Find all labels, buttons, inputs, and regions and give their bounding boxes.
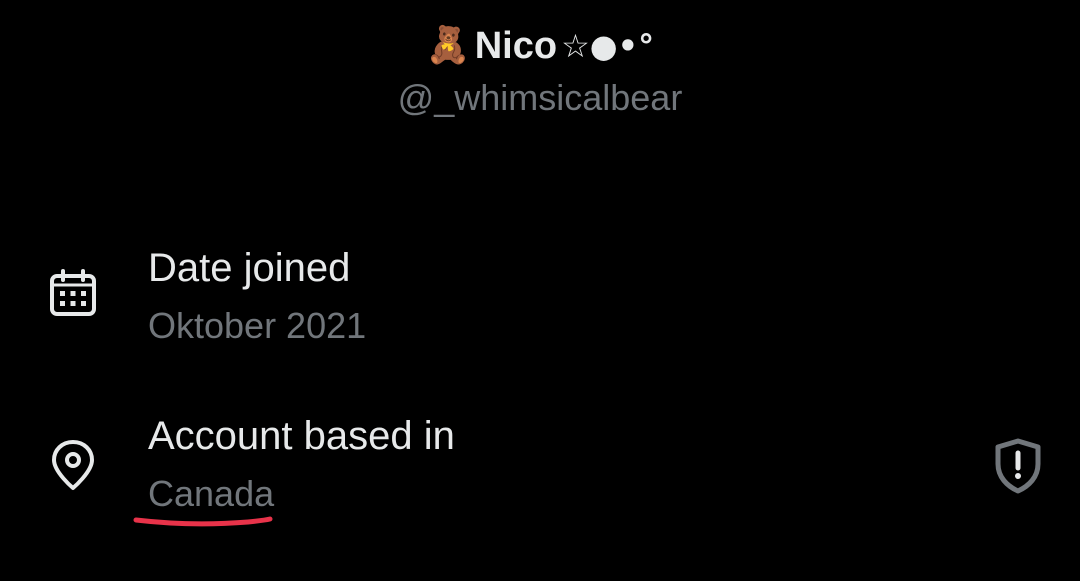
display-name: 🧸 Nico ☆●•° (426, 18, 654, 74)
calendar-icon (50, 269, 96, 316)
teddy-bear-emoji: 🧸 (425, 25, 471, 66)
username-handle: @_whimsicalbear (397, 77, 683, 118)
location-pin-icon (52, 440, 94, 490)
account-based-in-row: Account based in Canada (0, 408, 1080, 518)
date-joined-row: Date joined Oktober 2021 (0, 240, 1080, 350)
profile-header: 🧸 Nico ☆●•° @_whimsicalbear (0, 18, 1080, 120)
account-based-in-label: Account based in (148, 414, 455, 458)
red-underline-annotation (133, 516, 273, 527)
display-name-text: Nico (474, 25, 558, 67)
date-joined-value: Oktober 2021 (148, 305, 367, 346)
date-joined-label: Date joined (148, 246, 351, 290)
display-name-decor: ☆●•° (561, 27, 655, 65)
shield-alert-icon[interactable] (988, 436, 1048, 496)
